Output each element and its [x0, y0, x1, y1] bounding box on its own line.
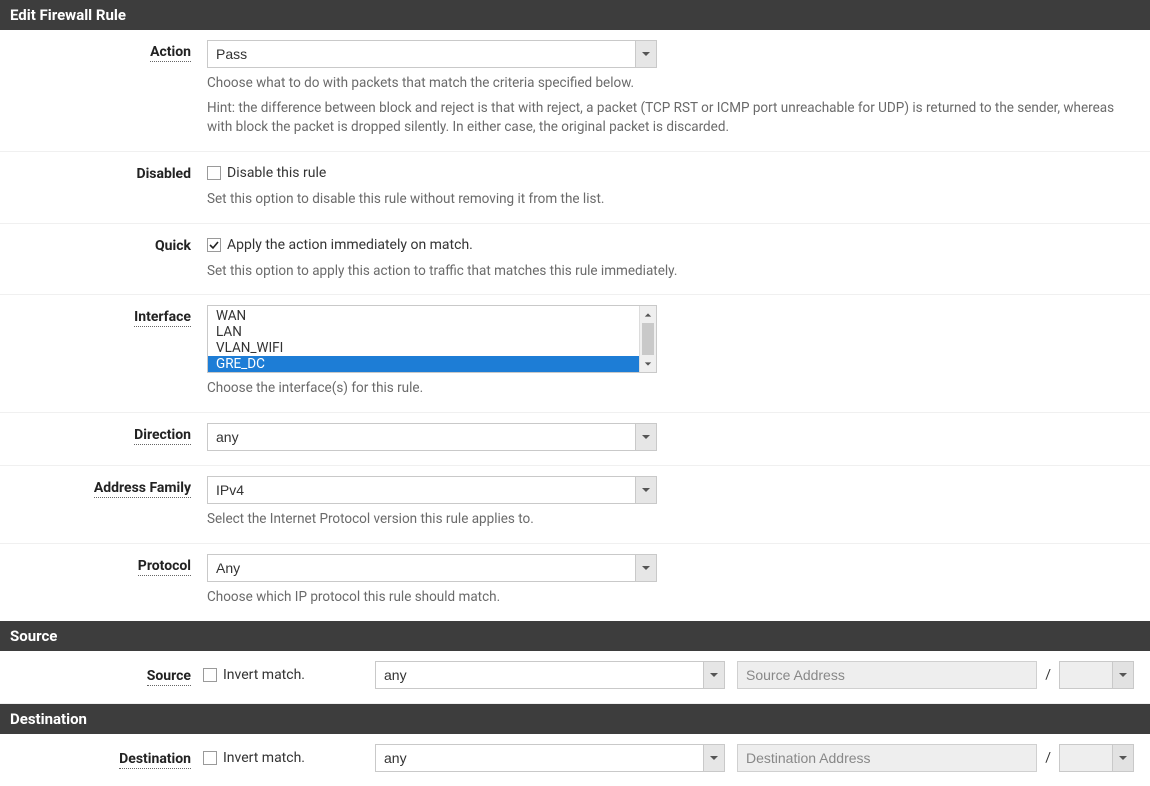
source-type-select-value[interactable]: [375, 661, 725, 689]
interface-option-vlan-wifi[interactable]: VLAN_WIFI: [208, 340, 656, 356]
interface-option-wan[interactable]: WAN: [208, 308, 656, 324]
interface-option-lan[interactable]: LAN: [208, 324, 656, 340]
source-address-input[interactable]: [737, 661, 1037, 689]
action-help-2: Hint: the difference between block and r…: [207, 99, 1134, 137]
disabled-help: Set this option to disable this rule wit…: [207, 190, 1134, 209]
label-disabled: Disabled: [136, 166, 191, 183]
interface-scrollbar[interactable]: [639, 306, 656, 372]
destination-type-select-value[interactable]: [375, 744, 725, 772]
label-protocol: Protocol: [138, 558, 191, 576]
label-interface: Interface: [134, 309, 191, 327]
source-invert-label: Invert match.: [223, 667, 305, 683]
label-destination: Destination: [119, 751, 191, 769]
interface-help: Choose the interface(s) for this rule.: [207, 379, 1134, 398]
quick-help: Set this option to apply this action to …: [207, 262, 1134, 281]
direction-select[interactable]: [207, 423, 657, 451]
panel-header-source: Source: [0, 621, 1150, 651]
source-mask-separator: /: [1041, 667, 1055, 683]
action-select-value[interactable]: [207, 40, 657, 68]
row-quick: Quick Apply the action immediately on ma…: [0, 224, 1150, 296]
protocol-select-value[interactable]: [207, 554, 657, 582]
protocol-select[interactable]: [207, 554, 657, 582]
source-invert-checkbox[interactable]: [203, 668, 217, 682]
row-address-family: Address Family Select the Internet Proto…: [0, 466, 1150, 544]
row-protocol: Protocol Choose which IP protocol this r…: [0, 544, 1150, 621]
quick-checkbox[interactable]: [207, 238, 221, 252]
row-action: Action Choose what to do with packets th…: [0, 30, 1150, 152]
label-address-family: Address Family: [94, 480, 191, 498]
action-help-1: Choose what to do with packets that matc…: [207, 74, 1134, 93]
panel-header-edit-rule: Edit Firewall Rule: [0, 0, 1150, 30]
chevron-down-icon[interactable]: [640, 355, 656, 372]
disabled-checkbox-label: Disable this rule: [227, 165, 326, 181]
source-mask-select[interactable]: [1059, 661, 1134, 689]
address-family-help: Select the Internet Protocol version thi…: [207, 510, 1134, 529]
row-source: Source Invert match. /: [0, 651, 1150, 704]
destination-mask-separator: /: [1041, 750, 1055, 766]
address-family-select[interactable]: [207, 476, 657, 504]
label-quick: Quick: [155, 238, 191, 255]
panel-header-destination: Destination: [0, 704, 1150, 734]
destination-address-input[interactable]: [737, 744, 1037, 772]
quick-checkbox-label: Apply the action immediately on match.: [227, 237, 473, 253]
label-source: Source: [147, 668, 191, 686]
row-interface: Interface WAN LAN VLAN_WIFI GRE_DC Choos…: [0, 295, 1150, 413]
destination-mask-select[interactable]: [1059, 744, 1134, 772]
chevron-up-icon[interactable]: [640, 306, 656, 323]
destination-invert-label: Invert match.: [223, 750, 305, 766]
protocol-help: Choose which IP protocol this rule shoul…: [207, 588, 1134, 607]
row-disabled: Disabled Disable this rule Set this opti…: [0, 152, 1150, 224]
destination-mask-select-value[interactable]: [1059, 744, 1134, 772]
row-direction: Direction: [0, 413, 1150, 466]
address-family-select-value[interactable]: [207, 476, 657, 504]
source-type-select[interactable]: [375, 661, 725, 689]
destination-invert-checkbox[interactable]: [203, 751, 217, 765]
source-mask-select-value[interactable]: [1059, 661, 1134, 689]
action-select[interactable]: [207, 40, 657, 68]
label-action: Action: [150, 44, 191, 62]
direction-select-value[interactable]: [207, 423, 657, 451]
disabled-checkbox[interactable]: [207, 166, 221, 180]
interface-option-gre-dc[interactable]: GRE_DC: [208, 356, 656, 372]
interface-multiselect[interactable]: WAN LAN VLAN_WIFI GRE_DC: [207, 305, 657, 373]
scrollbar-thumb[interactable]: [642, 323, 654, 355]
row-destination: Destination Invert match. /: [0, 734, 1150, 786]
label-direction: Direction: [134, 427, 191, 445]
destination-type-select[interactable]: [375, 744, 725, 772]
